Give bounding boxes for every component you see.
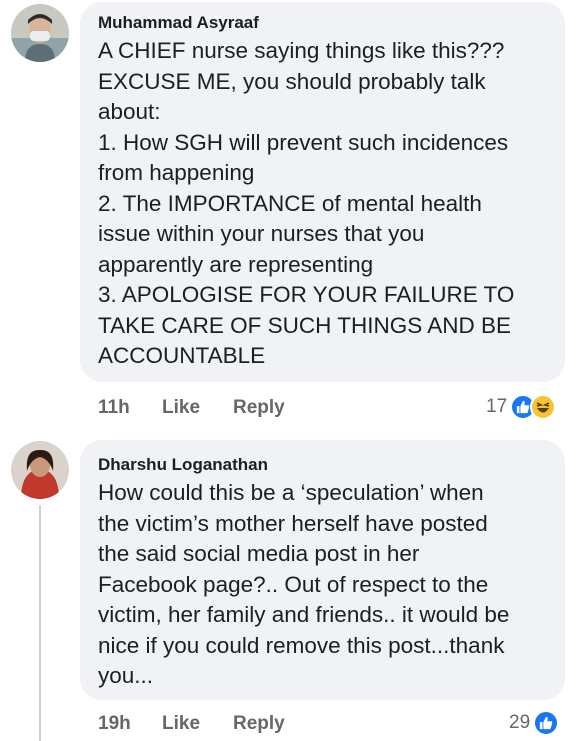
reply-button[interactable]: Reply [233, 713, 285, 735]
thread-line [39, 505, 41, 741]
avatar[interactable] [11, 441, 69, 499]
comment-author[interactable]: Muhammad Asyraaf [98, 12, 549, 34]
avatar[interactable] [11, 4, 69, 62]
comment-text: How could this be a ‘speculation’ when t… [98, 480, 510, 688]
like-button[interactable]: Like [162, 397, 200, 419]
like-button[interactable]: Like [162, 713, 200, 735]
comment-bubble: Muhammad Asyraaf A CHIEF nurse saying th… [80, 2, 565, 382]
comment-text: A CHIEF nurse saying things like this???… [98, 38, 515, 368]
comment-timestamp[interactable]: 11h [98, 397, 130, 419]
comment-actions: 19h Like Reply [98, 713, 398, 737]
like-icon [533, 710, 560, 736]
reaction-summary[interactable]: 17 [486, 394, 557, 420]
reaction-summary[interactable]: 29 [509, 710, 560, 736]
reply-button[interactable]: Reply [233, 397, 285, 419]
comment-actions: 11h Like Reply [98, 397, 398, 421]
reaction-count: 29 [509, 712, 531, 733]
reaction-count: 17 [486, 396, 508, 417]
comment-timestamp[interactable]: 19h [98, 713, 131, 735]
comment-bubble: Dharshu Loganathan How could this be a ‘… [80, 440, 565, 700]
haha-icon [530, 394, 557, 420]
comment-author[interactable]: Dharshu Loganathan [98, 454, 549, 476]
